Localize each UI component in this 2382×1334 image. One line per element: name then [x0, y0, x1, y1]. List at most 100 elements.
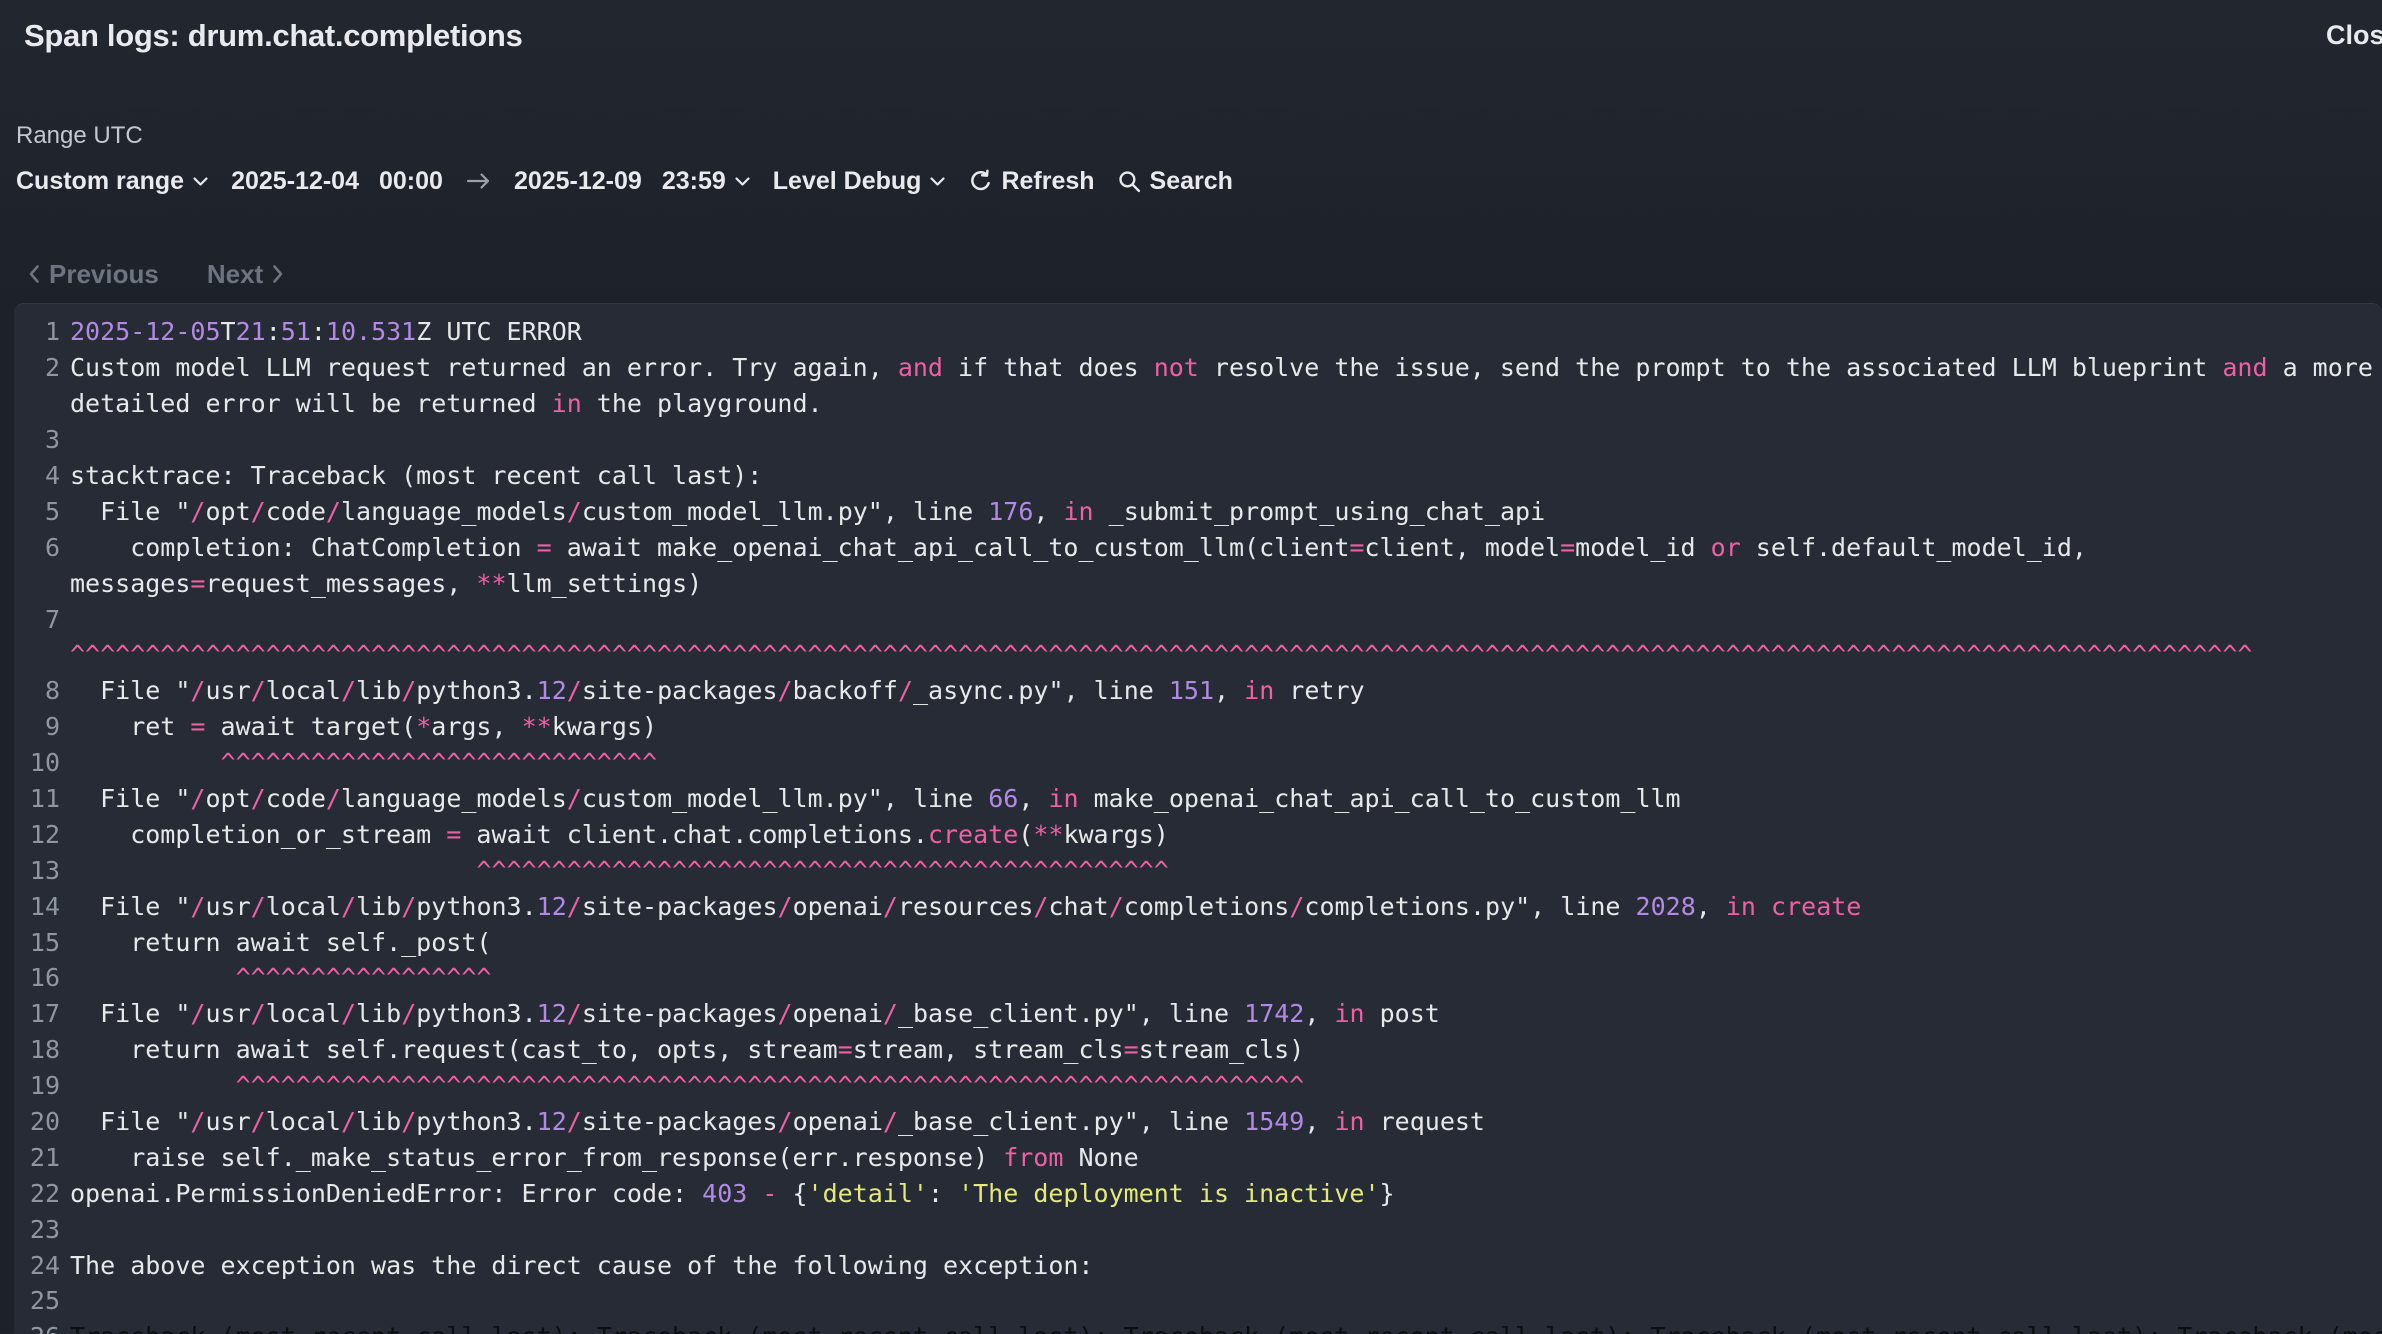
log-line-text: Traceback (most recent call last): Trace…	[70, 1322, 2382, 1334]
log-line: 23	[14, 1211, 2382, 1247]
log-line-text: File "/opt/code/language_models/custom_m…	[70, 497, 1545, 526]
log-line: 15 return await self._post(	[14, 924, 2382, 960]
line-number: 2	[14, 353, 60, 382]
line-number: 5	[14, 497, 60, 526]
custom-range-dropdown[interactable]: Custom range	[16, 167, 209, 196]
log-lines: 1 2025-12-05T21:51:10.531Z UTC ERROR 2 Cust…	[14, 314, 2382, 1334]
line-number: 18	[14, 1035, 60, 1064]
log-line: 1 2025-12-05T21:51:10.531Z UTC ERROR	[14, 314, 2382, 350]
chevron-down-icon	[734, 176, 751, 187]
log-line: 8 File "/usr/local/lib/python3.12/site-p…	[14, 673, 2382, 709]
next-label: Next	[207, 259, 263, 290]
line-number: 6	[14, 533, 60, 562]
filter-bar: Custom range 2025-12-04 00:00 2025-12-09…	[16, 163, 1233, 199]
refresh-icon	[968, 169, 993, 194]
log-line: 12 completion_or_stream = await client.c…	[14, 816, 2382, 852]
line-number: 16	[14, 963, 60, 992]
end-time-dropdown[interactable]: 23:59	[662, 167, 751, 196]
line-number: 17	[14, 999, 60, 1028]
log-line: 11 File "/opt/code/language_models/custo…	[14, 781, 2382, 817]
refresh-button[interactable]: Refresh	[968, 167, 1094, 196]
line-number: 10	[14, 748, 60, 777]
line-number: 23	[14, 1215, 60, 1244]
start-time[interactable]: 00:00	[379, 167, 443, 196]
log-line-text: detailed error will be returned in the p…	[70, 389, 823, 418]
log-line: 19 ^^^^^^^^^^^^^^^^^^^^^^^^^^^^^^^^^^^^^…	[14, 1068, 2382, 1104]
line-number: 4	[14, 461, 60, 490]
log-line-text: File "/usr/local/lib/python3.12/site-pac…	[70, 1107, 1485, 1136]
log-line-text: completion_or_stream = await client.chat…	[70, 820, 1169, 849]
log-line-text: The above exception was the direct cause…	[70, 1251, 1094, 1280]
log-viewer[interactable]: 1 2025-12-05T21:51:10.531Z UTC ERROR 2 Cust…	[14, 303, 2382, 1334]
chevron-down-icon	[192, 176, 209, 187]
refresh-label: Refresh	[1001, 167, 1094, 196]
pagination: Previous Next	[28, 256, 284, 292]
line-number: 19	[14, 1071, 60, 1100]
level-label: Level Debug	[773, 167, 922, 196]
line-number: 25	[14, 1286, 60, 1315]
line-number: 20	[14, 1107, 60, 1136]
log-line: 26 Traceback (most recent call last): Tra…	[14, 1319, 2382, 1334]
log-line: 16 ^^^^^^^^^^^^^^^^^	[14, 960, 2382, 996]
log-line-text: 2025-12-05T21:51:10.531Z UTC ERROR	[70, 317, 582, 346]
log-line-text: completion: ChatCompletion = await make_…	[70, 533, 2087, 562]
close-button[interactable]: Close	[2326, 20, 2382, 51]
line-number: 7	[14, 605, 60, 634]
search-label: Search	[1150, 167, 1233, 196]
custom-range-label: Custom range	[16, 167, 184, 196]
page-title: Span logs: drum.chat.completions	[24, 18, 523, 54]
arrow-right-icon	[465, 171, 492, 191]
log-line: 20 File "/usr/local/lib/python3.12/site-…	[14, 1104, 2382, 1140]
log-line: 21 raise self._make_status_error_from_re…	[14, 1139, 2382, 1175]
line-number: 9	[14, 712, 60, 741]
chevron-down-icon	[929, 176, 946, 187]
log-line-text: openai.PermissionDeniedError: Error code…	[70, 1179, 1395, 1208]
log-line-text: ^^^^^^^^^^^^^^^^^	[70, 963, 491, 992]
line-number: 12	[14, 820, 60, 849]
log-line: 14 File "/usr/local/lib/python3.12/site-…	[14, 888, 2382, 924]
range-utc-label: Range UTC	[16, 122, 143, 150]
end-time: 23:59	[662, 167, 726, 196]
line-number: 26	[14, 1322, 60, 1334]
start-date[interactable]: 2025-12-04	[231, 167, 359, 196]
chevron-right-icon	[272, 264, 284, 284]
log-line-text: raise self._make_status_error_from_respo…	[70, 1143, 1139, 1172]
line-number: 24	[14, 1251, 60, 1280]
log-line-text: messages=request_messages, **llm_setting…	[70, 569, 702, 598]
level-dropdown[interactable]: Level Debug	[773, 167, 947, 196]
line-number: 8	[14, 676, 60, 705]
log-line: 5 File "/opt/code/language_models/custom…	[14, 493, 2382, 529]
log-line: 4 stacktrace: Traceback (most recent call…	[14, 458, 2382, 494]
log-line: 9 ret = await target(*args, **kwargs)	[14, 709, 2382, 745]
log-line: 22 openai.PermissionDeniedError: Error co…	[14, 1175, 2382, 1211]
log-line: messages=request_messages, **llm_setting…	[14, 565, 2382, 601]
log-line: ^^^^^^^^^^^^^^^^^^^^^^^^^^^^^^^^^^^^^^^^…	[14, 637, 2382, 673]
log-line-text: Custom model LLM request returned an err…	[70, 353, 2373, 382]
log-line-text: ret = await target(*args, **kwargs)	[70, 712, 657, 741]
line-number: 21	[14, 1143, 60, 1172]
log-line-text: File "/usr/local/lib/python3.12/site-pac…	[70, 676, 1365, 705]
log-line: detailed error will be returned in the p…	[14, 386, 2382, 422]
log-line-text: return await self._post(	[70, 928, 491, 957]
next-button[interactable]: Next	[207, 259, 284, 290]
line-number: 15	[14, 928, 60, 957]
log-line: 6 completion: ChatCompletion = await mak…	[14, 529, 2382, 565]
line-number: 1	[14, 317, 60, 346]
log-line: 10 ^^^^^^^^^^^^^^^^^^^^^^^^^^^^^	[14, 745, 2382, 781]
log-line-text: stacktrace: Traceback (most recent call …	[70, 461, 762, 490]
log-line: 2 Custom model LLM request returned an er…	[14, 350, 2382, 386]
search-button[interactable]: Search	[1117, 167, 1233, 196]
chevron-left-icon	[28, 264, 40, 284]
log-line-text: ^^^^^^^^^^^^^^^^^^^^^^^^^^^^^^^^^^^^^^^^…	[70, 640, 2252, 669]
log-line: 25	[14, 1283, 2382, 1319]
line-number: 14	[14, 892, 60, 921]
line-number: 3	[14, 425, 60, 454]
end-date[interactable]: 2025-12-09	[514, 167, 642, 196]
log-line: 18 return await self.request(cast_to, op…	[14, 1032, 2382, 1068]
log-line-text: File "/opt/code/language_models/custom_m…	[70, 784, 1681, 813]
line-number: 22	[14, 1179, 60, 1208]
log-line-text: return await self.request(cast_to, opts,…	[70, 1035, 1304, 1064]
log-line-text: File "/usr/local/lib/python3.12/site-pac…	[70, 892, 1861, 921]
log-line: 13 ^^^^^^^^^^^^^^^^^^^^^^^^^^^^^^^^^^^^^…	[14, 852, 2382, 888]
previous-button[interactable]: Previous	[28, 259, 159, 290]
